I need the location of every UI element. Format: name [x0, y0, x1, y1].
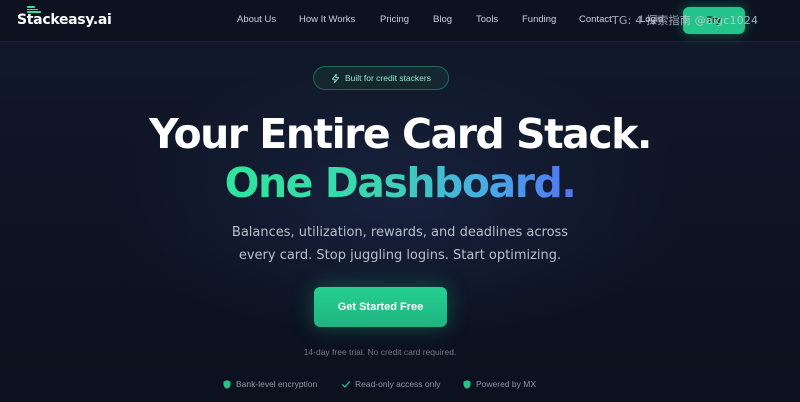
trust-label: Bank-level encryption: [236, 379, 318, 389]
get-started-button[interactable]: Get Started Free: [314, 287, 447, 327]
logo[interactable]: Stackeasy.ai: [17, 6, 112, 31]
check-icon: [342, 380, 350, 388]
nav-link-blog[interactable]: Blog: [433, 14, 452, 25]
nav-link-funding[interactable]: Funding: [522, 14, 556, 25]
trust-label: Powered by MX: [476, 379, 536, 389]
lightning-icon: [331, 73, 340, 83]
subtitle-line-1: Balances, utilization, rewards, and dead…: [231, 225, 569, 240]
nav-link-pricing[interactable]: Pricing: [380, 14, 409, 25]
trust-item-read-only: Read-only access only: [342, 378, 441, 390]
nav-link-about-us[interactable]: About Us: [237, 14, 276, 25]
headline-line-2-text: One Dashboard: [224, 159, 563, 207]
nav-link-how-it-works[interactable]: How It Works: [299, 14, 355, 25]
logo-text: Stackeasy.ai: [17, 12, 112, 28]
hero-subtitle: Balances, utilization, rewards, and dead…: [0, 221, 800, 267]
nav-link-contact[interactable]: Contact: [579, 14, 612, 25]
landing-page: Stackeasy.ai About Us How It Works Prici…: [0, 0, 800, 402]
headline-line-2: One Dashboard.: [0, 159, 800, 207]
shield-icon: [463, 379, 471, 389]
logo-mark-icon: [27, 6, 41, 13]
watermark-text: TG: 4 探索指南 @aigc1024: [612, 14, 759, 27]
shield-icon: [223, 379, 231, 389]
trust-item-encryption: Bank-level encryption: [223, 378, 317, 390]
nav-link-tools[interactable]: Tools: [476, 14, 498, 25]
hero-badge: Built for credit stackers: [313, 66, 449, 90]
headline-line-1: Your Entire Card Stack.: [149, 110, 652, 158]
badge-label: Built for credit stackers: [345, 73, 431, 83]
headline-dot: .: [561, 159, 577, 207]
trust-item-powered-by-mx: Powered by MX: [463, 378, 536, 390]
trust-label: Read-only access only: [355, 379, 441, 389]
trial-note: 14-day free trial. No credit card requir…: [303, 347, 457, 357]
subtitle-line-2: every card. Stop juggling logins. Start …: [238, 248, 562, 263]
top-nav: Stackeasy.ai About Us How It Works Prici…: [0, 0, 800, 42]
